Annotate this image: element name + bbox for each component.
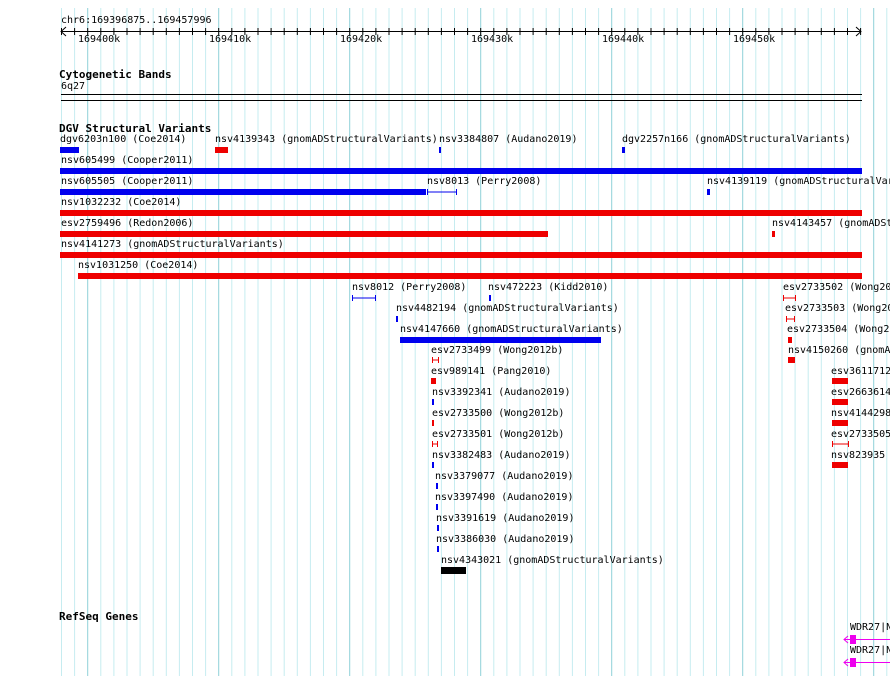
dgv-variant-label[interactable]: esv2733501 (Wong2012b) bbox=[432, 429, 564, 441]
dgv-variant-bar[interactable] bbox=[60, 210, 862, 216]
dgv-variant-label[interactable]: nsv3382483 (Audano2019) bbox=[432, 450, 570, 462]
dgv-variant-label[interactable]: nsv472223 (Kidd2010) bbox=[488, 282, 608, 294]
dgv-variant-label[interactable]: esv2733499 (Wong2012b) bbox=[431, 345, 563, 357]
dgv-variant-label[interactable]: nsv4150260 (gnomADStructuralVariants) bbox=[788, 345, 890, 357]
dgv-variant-bar[interactable] bbox=[432, 420, 434, 426]
cytoband-band-bottom-line bbox=[61, 100, 862, 101]
dgv-variant-bar[interactable] bbox=[622, 147, 625, 153]
dgv-variant-bar[interactable] bbox=[436, 483, 438, 489]
dgv-variant-bar[interactable] bbox=[707, 189, 710, 195]
dgv-variant-bar[interactable] bbox=[60, 147, 79, 153]
dgv-variant-bar[interactable] bbox=[436, 504, 438, 510]
dgv-variant-label[interactable]: nsv4139343 (gnomADStructuralVariants) bbox=[215, 134, 438, 146]
dgv-variant-bar[interactable] bbox=[441, 567, 466, 574]
dgv-variant-label[interactable]: nsv823935 bbox=[831, 450, 885, 462]
dgv-variant-bar[interactable] bbox=[832, 399, 848, 405]
dgv-variant-label[interactable]: nsv3392341 (Audano2019) bbox=[432, 387, 570, 399]
dgv-variant-label[interactable]: nsv4141273 (gnomADStructuralVariants) bbox=[61, 239, 284, 251]
dgv-variant-interval[interactable] bbox=[786, 315, 795, 323]
refseq-gene-label[interactable]: WDR27|N bbox=[850, 645, 890, 657]
cytoband-track-title: Cytogenetic Bands bbox=[59, 68, 172, 81]
dgv-variant-bar[interactable] bbox=[432, 462, 434, 468]
ruler-tick-label: 169440k bbox=[602, 34, 645, 45]
dgv-variant-label[interactable]: nsv605499 (Cooper2011) bbox=[61, 155, 193, 167]
cytoband-label[interactable]: 6q27 bbox=[61, 81, 85, 93]
ruler-tick-label: 169410k bbox=[209, 34, 252, 45]
dgv-variant-label[interactable]: esv2759496 (Redon2006) bbox=[61, 218, 193, 230]
ruler-tick-label: 169430k bbox=[471, 34, 514, 45]
dgv-variant-bar[interactable] bbox=[772, 231, 775, 237]
refseq-gene-model[interactable] bbox=[842, 657, 890, 669]
dgv-variant-label[interactable]: esv2733500 (Wong2012b) bbox=[432, 408, 564, 420]
dgv-variant-bar[interactable] bbox=[437, 525, 439, 531]
dgv-variant-bar[interactable] bbox=[60, 189, 426, 195]
dgv-variant-label[interactable]: nsv1032232 (Coe2014) bbox=[61, 197, 181, 209]
dgv-variant-label[interactable]: nsv4143457 (gnomADStructuralVariants) bbox=[772, 218, 890, 230]
dgv-variant-label[interactable]: nsv4147660 (gnomADStructuralVariants) bbox=[400, 324, 623, 336]
dgv-variant-label[interactable]: nsv3384807 (Audano2019) bbox=[439, 134, 577, 146]
dgv-variant-bar[interactable] bbox=[215, 147, 228, 153]
ruler-tick-label: 169420k bbox=[340, 34, 383, 45]
dgv-variant-interval[interactable] bbox=[432, 356, 439, 364]
dgv-variant-bar[interactable] bbox=[832, 420, 848, 426]
ruler-tick-label: 169450k bbox=[733, 34, 776, 45]
dgv-variant-label[interactable]: dgv2257n166 (gnomADStructuralVariants) bbox=[622, 134, 851, 146]
dgv-variant-label[interactable]: esv2733502 (Wong2012b) bbox=[783, 282, 890, 294]
dgv-variant-interval[interactable] bbox=[432, 440, 438, 448]
dgv-variant-bar[interactable] bbox=[431, 378, 436, 384]
dgv-variant-label[interactable]: nsv3391619 (Audano2019) bbox=[436, 513, 574, 525]
dgv-variant-bar[interactable] bbox=[832, 462, 848, 468]
dgv-variant-label[interactable]: esv989141 (Pang2010) bbox=[431, 366, 551, 378]
dgv-variant-label[interactable]: nsv3379077 (Audano2019) bbox=[435, 471, 573, 483]
dgv-variant-label[interactable]: esv2663614 bbox=[831, 387, 890, 399]
dgv-variant-bar[interactable] bbox=[489, 295, 491, 301]
dgv-variant-label[interactable]: nsv8012 (Perry2008) bbox=[352, 282, 466, 294]
dgv-variant-label[interactable]: nsv4343021 (gnomADStructuralVariants) bbox=[441, 555, 664, 567]
ruler-tick-label: 169400k bbox=[78, 34, 121, 45]
dgv-variant-bar[interactable] bbox=[400, 337, 601, 343]
cytoband-band-top-line bbox=[61, 94, 862, 95]
dgv-variant-label[interactable]: esv2733503 (Wong2012b) bbox=[785, 303, 890, 315]
dgv-variant-label[interactable]: esv3611712 bbox=[831, 366, 890, 378]
dgv-variant-label[interactable]: nsv4144298 bbox=[831, 408, 890, 420]
refseq-track-title: RefSeq Genes bbox=[59, 610, 139, 623]
dgv-variant-bar[interactable] bbox=[439, 147, 441, 153]
dgv-variant-bar[interactable] bbox=[437, 546, 439, 552]
dgv-variant-label[interactable]: nsv605505 (Cooper2011) bbox=[61, 176, 193, 188]
dgv-variant-label[interactable]: nsv3397490 (Audano2019) bbox=[435, 492, 573, 504]
dgv-variant-bar[interactable] bbox=[788, 337, 792, 343]
dgv-variant-bar[interactable] bbox=[396, 316, 398, 322]
dgv-variant-bar[interactable] bbox=[60, 231, 548, 237]
dgv-variant-label[interactable]: dgv6203n100 (Coe2014) bbox=[60, 134, 186, 146]
dgv-variant-bar[interactable] bbox=[60, 168, 862, 174]
dgv-variant-bar[interactable] bbox=[60, 252, 862, 258]
dgv-variant-bar[interactable] bbox=[788, 357, 795, 363]
dgv-variant-interval[interactable] bbox=[832, 440, 849, 448]
dgv-variant-label[interactable]: nsv1031250 (Coe2014) bbox=[78, 260, 198, 272]
dgv-variant-bar[interactable] bbox=[832, 378, 848, 384]
dgv-variant-label[interactable]: nsv8013 (Perry2008) bbox=[427, 176, 541, 188]
dgv-variant-bar[interactable] bbox=[78, 273, 862, 279]
dgv-variant-interval[interactable] bbox=[783, 294, 796, 302]
dgv-variant-label[interactable]: nsv4139119 (gnomADStructuralVariants) bbox=[707, 176, 890, 188]
dgv-variant-interval[interactable] bbox=[352, 294, 376, 302]
genome-browser-view[interactable]: chr6:169396875..169457996 169400k 169410k… bbox=[0, 0, 890, 676]
dgv-variant-label[interactable]: nsv4482194 (gnomADStructuralVariants) bbox=[396, 303, 619, 315]
dgv-variant-label[interactable]: nsv3386030 (Audano2019) bbox=[436, 534, 574, 546]
dgv-variant-label[interactable]: esv2733504 (Wong2012b) bbox=[787, 324, 890, 336]
dgv-variant-bar[interactable] bbox=[432, 399, 434, 405]
refseq-gene-label[interactable]: WDR27|N bbox=[850, 622, 890, 634]
dgv-variant-interval[interactable] bbox=[427, 188, 457, 196]
